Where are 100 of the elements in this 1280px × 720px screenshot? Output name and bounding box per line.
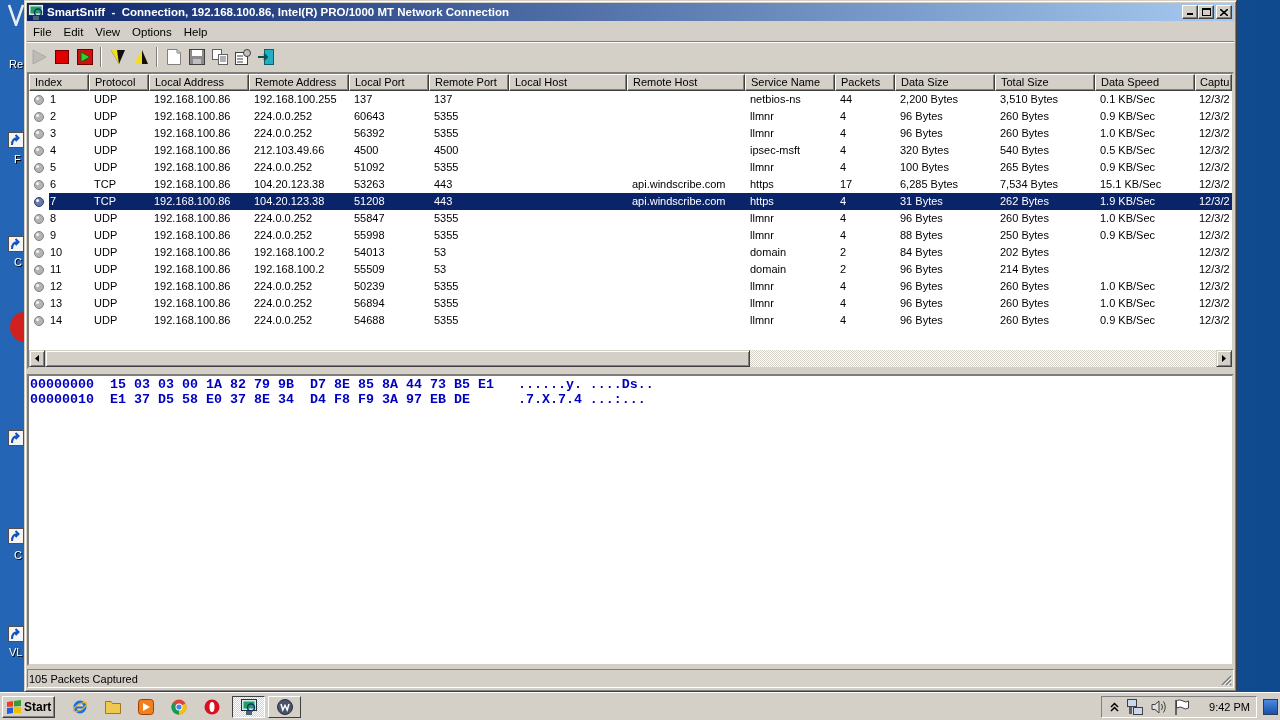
column-header[interactable]: Local Address [149, 74, 249, 91]
scroll-right-button[interactable] [1216, 350, 1232, 367]
menu-item[interactable]: Options [126, 23, 178, 40]
table-cell-text: 7,534 Bytes [999, 177, 1060, 192]
app-icon[interactable] [8, 4, 24, 26]
table-cell-text: UDP [93, 92, 119, 107]
sphere-icon [34, 94, 44, 105]
table-cell-text: 192.168.100.86 [153, 313, 232, 328]
table-cell-text: 192.168.100.2 [253, 262, 326, 277]
table-cell-text: 96 Bytes [899, 313, 944, 328]
network-icon[interactable] [1127, 698, 1144, 715]
play-tile-icon [138, 698, 154, 715]
table-cell-text: 2,200 Bytes [899, 92, 960, 107]
table-cell-text: 8 [49, 211, 58, 226]
scroll-thumb[interactable] [45, 350, 750, 367]
table-cell-text: 0.9 KB/Sec [1099, 313, 1157, 328]
close-button[interactable] [1216, 5, 1232, 19]
table-cell-text: 192.168.100.86 [153, 279, 232, 294]
desktop-icon-label[interactable]: C [14, 256, 22, 269]
table-cell-text: 11 [49, 262, 63, 277]
funnel-icon [109, 49, 126, 65]
table-cell-text: 60643 [353, 109, 386, 124]
table-row[interactable]: 5 UDP 192.168.100.86 224.0.0.252 51092 5355 llmnr 4 100 Bytes 265 Bytes 0.9 KB/Sec 12/3/2 [29, 159, 1232, 176]
table-row[interactable]: 12 UDP 192.168.100.86 224.0.0.252 50239 5355 llmnr 4 96 Bytes 260 Bytes 1.0 KB/Sec 12/3/2 [29, 278, 1232, 295]
maximize-button[interactable] [1198, 5, 1214, 19]
start-button[interactable]: Start [2, 695, 55, 718]
table-cell-text: 5355 [433, 313, 460, 328]
column-header[interactable]: Remote Port [429, 74, 509, 91]
menu-item[interactable]: Edit [57, 23, 90, 40]
table-cell-text: llmnr [749, 279, 775, 294]
flag-icon[interactable] [1175, 698, 1190, 715]
table-cell-text: 192.168.100.86 [153, 160, 232, 175]
table-cell-text: netbios-ns [749, 92, 802, 107]
show-desktop-button[interactable] [1263, 698, 1278, 715]
table-row[interactable]: 1 UDP 192.168.100.86 192.168.100.255 137 137 netbios-ns 44 2,200 Bytes 3,510 Bytes 0.1 KB/Sec 12/3/2 [29, 91, 1232, 108]
table-cell-text: 12/3/2 [1198, 279, 1231, 294]
column-header[interactable]: Local Port [349, 74, 429, 91]
desktop-icon-label[interactable]: Re [9, 58, 24, 71]
column-header[interactable]: Data Speed [1095, 74, 1195, 91]
monitor-icon [240, 698, 257, 715]
column-header[interactable]: Index [29, 74, 89, 91]
column-header[interactable]: Protocol [89, 74, 149, 91]
table-cell-text: 84 Bytes [899, 245, 944, 260]
table-cell-text: 55847 [353, 211, 386, 226]
taskbar-button[interactable] [232, 695, 265, 718]
column-header[interactable]: Data Size [895, 74, 995, 91]
table-cell-text: 12/3/2 [1198, 262, 1231, 277]
table-cell-text: 96 Bytes [899, 126, 944, 141]
table-cell-text: 15.1 KB/Sec [1099, 177, 1163, 192]
table-cell-text: UDP [93, 160, 119, 175]
table-cell-text: 0.9 KB/Sec [1099, 160, 1157, 175]
table-cell-text: 192.168.100.255 [253, 92, 338, 107]
column-header[interactable]: Remote Host [627, 74, 745, 91]
table-cell-text: llmnr [749, 160, 775, 175]
column-header[interactable]: Service Name [745, 74, 835, 91]
table-cell-text: https [749, 194, 775, 209]
scroll-left-button[interactable] [29, 350, 45, 367]
desktop-icon-label[interactable]: C [14, 549, 22, 562]
desktop-icon-label[interactable]: F [14, 153, 21, 166]
table-row[interactable]: 13 UDP 192.168.100.86 224.0.0.252 56894 5355 llmnr 4 96 Bytes 260 Bytes 1.0 KB/Sec 12/3/2 [29, 295, 1232, 312]
table-cell-text: 12/3/2 [1198, 313, 1231, 328]
table-cell-text: 1.9 KB/Sec [1099, 194, 1157, 209]
menu-item[interactable]: View [89, 23, 127, 40]
table-row[interactable]: 6 TCP 192.168.100.86 104.20.123.38 53263 443 api.windscribe.com https 17 6,285 Bytes 7,534 Bytes 15.1 KB/Sec 12/3/2 [29, 176, 1232, 193]
table-cell-text: 224.0.0.252 [253, 109, 314, 124]
table-row[interactable]: 8 UDP 192.168.100.86 224.0.0.252 55847 5355 llmnr 4 96 Bytes 260 Bytes 1.0 KB/Sec 12/3/2 [29, 210, 1232, 227]
table-cell-text: 12/3/2 [1198, 177, 1231, 192]
column-header[interactable]: Total Size [995, 74, 1095, 91]
speaker-icon[interactable] [1151, 698, 1168, 715]
desktop-icon-label[interactable]: VL [9, 646, 23, 659]
table-cell-text: https [749, 177, 775, 192]
table-cell-text: UDP [93, 228, 119, 243]
table-row[interactable]: 4 UDP 192.168.100.86 212.103.49.66 4500 4500 ipsec-msft 4 320 Bytes 540 Bytes 0.5 KB/Sec 12/3/2 [29, 142, 1232, 159]
table-cell-text: 1.0 KB/Sec [1099, 126, 1157, 141]
table-cell-text: 540 Bytes [999, 143, 1050, 158]
minimize-button[interactable] [1182, 5, 1198, 19]
menu-item[interactable]: Help [177, 23, 214, 40]
table-row[interactable]: 9 UDP 192.168.100.86 224.0.0.252 55998 5355 llmnr 4 88 Bytes 250 Bytes 0.9 KB/Sec 12/3/2 [29, 227, 1232, 244]
table-cell-text: 1 [49, 92, 58, 107]
column-header[interactable]: Captu [1195, 74, 1232, 91]
column-header[interactable]: Remote Address [249, 74, 349, 91]
sphere-icon [34, 162, 44, 173]
table-cell-text: 51092 [353, 160, 386, 175]
chevron-up-icon[interactable] [1110, 701, 1120, 712]
column-header[interactable]: Local Host [509, 74, 627, 91]
hex-dump-line: 00000000 15 03 03 00 1A 82 79 9B D7 8E 85 8A 44 73 B5 E1 ......y. ....Ds.. [30, 377, 654, 392]
table-row[interactable]: 3 UDP 192.168.100.86 224.0.0.252 56392 5355 llmnr 4 96 Bytes 260 Bytes 1.0 KB/Sec 12/3/2 [29, 125, 1232, 142]
table-row[interactable]: 2 UDP 192.168.100.86 224.0.0.252 60643 5355 llmnr 4 96 Bytes 260 Bytes 0.9 KB/Sec 12/3/2 [29, 108, 1232, 125]
column-header[interactable]: Packets [835, 74, 895, 91]
table-row[interactable]: 14 UDP 192.168.100.86 224.0.0.252 54688 5355 llmnr 4 96 Bytes 260 Bytes 0.9 KB/Sec 12/3/2 [29, 312, 1232, 329]
menu-item[interactable]: File [27, 23, 58, 40]
table-cell-text: 0.1 KB/Sec [1099, 92, 1157, 107]
table-row[interactable]: 11 UDP 192.168.100.86 192.168.100.2 55509 53 domain 2 96 Bytes 214 Bytes 12/3/2 [29, 261, 1232, 278]
status-text: 105 Packets Captured [29, 672, 138, 685]
ring-icon [204, 698, 220, 715]
resize-grip-icon[interactable] [1221, 675, 1232, 686]
table-cell-text: 96 Bytes [899, 296, 944, 311]
table-cell-text: 55998 [353, 228, 386, 243]
table-row[interactable]: 10 UDP 192.168.100.86 192.168.100.2 54013 53 domain 2 84 Bytes 202 Bytes 12/3/2 [29, 244, 1232, 261]
horizontal-scrollbar[interactable] [29, 350, 1232, 367]
